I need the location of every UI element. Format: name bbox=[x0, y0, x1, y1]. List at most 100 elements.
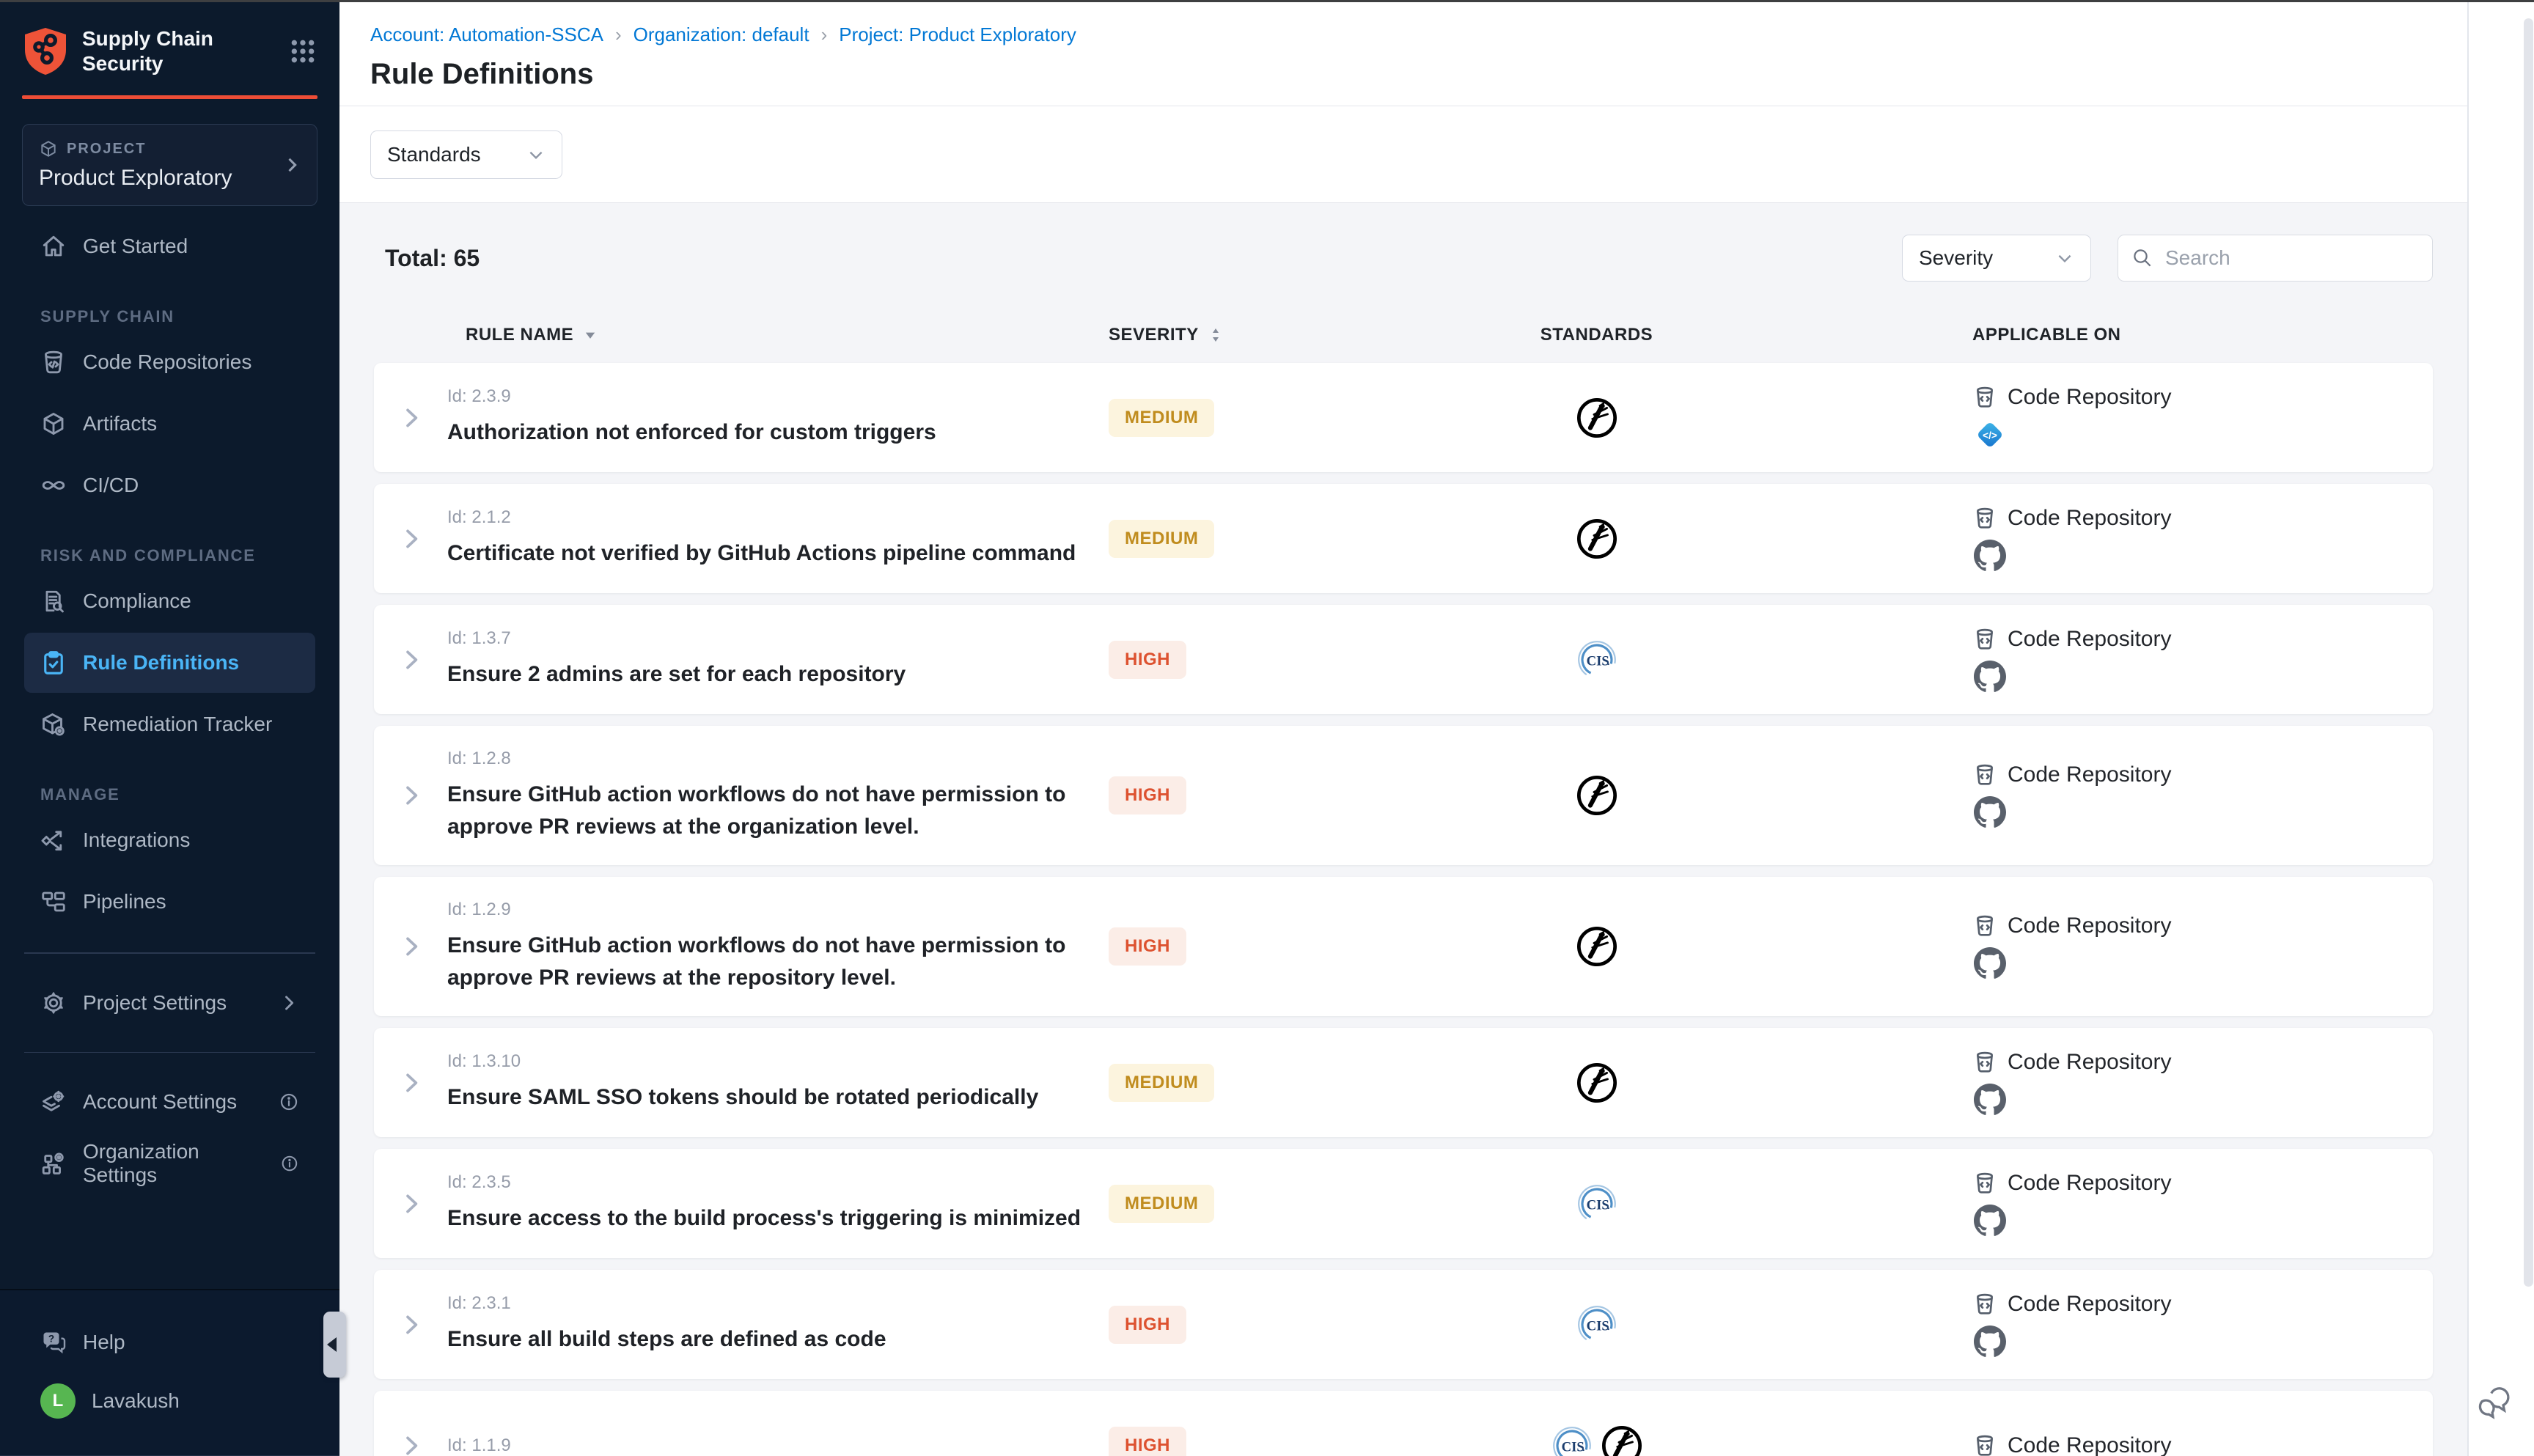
scrollbar-thumb[interactable] bbox=[2524, 18, 2533, 1287]
rule-row[interactable]: Id: 2.3.5Ensure access to the build proc… bbox=[374, 1149, 2433, 1258]
severity-badge: MEDIUM bbox=[1109, 1064, 1214, 1102]
rule-row[interactable]: Id: 1.2.8Ensure GitHub action workflows … bbox=[374, 726, 2433, 865]
user-menu[interactable]: LLavakush bbox=[24, 1372, 315, 1430]
github-icon bbox=[1974, 1326, 2006, 1358]
sidebar-item-account-settings[interactable]: Account Settings bbox=[24, 1072, 315, 1132]
applicable-on-cell: Code Repository</> bbox=[1859, 385, 2433, 451]
row-chevron-icon[interactable] bbox=[399, 1191, 424, 1216]
repo-icon bbox=[1972, 1050, 1997, 1075]
accent-divider bbox=[22, 95, 317, 99]
svg-text:CIS: CIS bbox=[1586, 653, 1609, 669]
rule-row[interactable]: Id: 1.1.9HIGHCISCode Repository bbox=[374, 1391, 2433, 1456]
standards-cell bbox=[1334, 925, 1859, 968]
pipelines-icon bbox=[40, 889, 67, 915]
column-header-rule-name[interactable]: RULE NAME bbox=[466, 325, 1100, 345]
rule-row[interactable]: Id: 1.2.9Ensure GitHub action workflows … bbox=[374, 877, 2433, 1016]
standards-filter-dropdown[interactable]: Standards bbox=[370, 130, 562, 179]
severity-badge: MEDIUM bbox=[1109, 520, 1214, 558]
breadcrumb-account-link[interactable]: Account: Automation-SSCA bbox=[370, 23, 603, 45]
repo-icon bbox=[1972, 1433, 1997, 1456]
chevron-down-icon bbox=[2055, 249, 2074, 268]
sidebar-item-label: Code Repositories bbox=[83, 350, 251, 374]
rule-name: Ensure GitHub action workflows do not ha… bbox=[447, 779, 1100, 843]
breadcrumb-separator: › bbox=[615, 23, 622, 46]
rule-name-cell: Id: 1.3.10Ensure SAML SSO tokens should … bbox=[447, 1051, 1100, 1114]
rule-row[interactable]: Id: 1.3.10Ensure SAML SSO tokens should … bbox=[374, 1028, 2433, 1137]
sidebar-nav: Get StartedSUPPLY CHAINCode Repositories… bbox=[0, 215, 339, 933]
sidebar-item-code-repositories[interactable]: Code Repositories bbox=[24, 332, 315, 392]
avatar: L bbox=[40, 1383, 76, 1419]
rule-row[interactable]: Id: 2.3.1Ensure all build steps are defi… bbox=[374, 1270, 2433, 1379]
standards-cell: CIS bbox=[1334, 639, 1859, 681]
sidebar-item-help[interactable]: ?Help bbox=[24, 1314, 315, 1371]
sort-up-down-icon bbox=[1208, 327, 1224, 343]
sidebar-item-pipelines[interactable]: Pipelines bbox=[24, 872, 315, 932]
cube-icon bbox=[40, 411, 67, 437]
sidebar-item-label: Rule Definitions bbox=[83, 651, 239, 674]
row-chevron-icon[interactable] bbox=[399, 783, 424, 808]
row-chevron-icon[interactable] bbox=[399, 1070, 424, 1095]
project-selector[interactable]: PROJECT Product Exploratory bbox=[22, 124, 317, 206]
infinity-icon bbox=[40, 472, 67, 499]
rule-name-cell: Id: 1.1.9 bbox=[447, 1435, 1100, 1456]
sidebar-item-project-settings[interactable]: Project Settings bbox=[24, 973, 315, 1033]
table-toolbar: Total: 65 Severity bbox=[374, 232, 2433, 284]
app-grid-icon[interactable] bbox=[288, 37, 317, 66]
sidebar-item-label: Pipelines bbox=[83, 890, 166, 913]
rule-row[interactable]: Id: 2.3.9Authorization not enforced for … bbox=[374, 363, 2433, 472]
sidebar-item-rule-definitions[interactable]: Rule Definitions bbox=[24, 633, 315, 693]
cis-icon: CIS bbox=[1576, 1183, 1618, 1225]
sidebar-item-label: CI/CD bbox=[83, 474, 139, 497]
row-chevron-icon[interactable] bbox=[399, 405, 424, 430]
sidebar-item-label: Integrations bbox=[83, 828, 190, 852]
column-header-severity[interactable]: SEVERITY bbox=[1109, 325, 1334, 345]
sidebar-item-compliance[interactable]: Compliance bbox=[24, 571, 315, 631]
column-header-applicable-on: APPLICABLE ON bbox=[1859, 325, 2433, 345]
severity-badge: HIGH bbox=[1109, 776, 1186, 815]
severity-badge: HIGH bbox=[1109, 1427, 1186, 1456]
svg-text:</>: </> bbox=[1983, 430, 1997, 441]
repo-icon bbox=[1972, 385, 1997, 410]
rule-name: Certificate not verified by GitHub Actio… bbox=[447, 537, 1100, 570]
sidebar-item-artifacts[interactable]: Artifacts bbox=[24, 394, 315, 454]
page-title: Rule Definitions bbox=[370, 58, 2467, 91]
breadcrumb-project-link[interactable]: Project: Product Exploratory bbox=[839, 23, 1076, 45]
page-scrollbar bbox=[2523, 0, 2534, 1456]
applicable-on-cell: Code Repository bbox=[1859, 627, 2433, 693]
cis-icon: CIS bbox=[1576, 1304, 1618, 1346]
applicable-on-label: Code Repository bbox=[2008, 1050, 2171, 1075]
repo-icon bbox=[1972, 913, 1997, 938]
owasp-icon bbox=[1576, 774, 1618, 817]
rule-name-cell: Id: 2.3.9Authorization not enforced for … bbox=[447, 386, 1100, 449]
help-icon: ? bbox=[40, 1329, 67, 1356]
sidebar-item-label: Remediation Tracker bbox=[83, 713, 272, 736]
row-chevron-icon[interactable] bbox=[399, 1433, 424, 1456]
svg-text:CIS: CIS bbox=[1561, 1439, 1584, 1455]
sidebar-item-ci-cd[interactable]: CI/CD bbox=[24, 455, 315, 515]
row-chevron-icon[interactable] bbox=[399, 1312, 424, 1337]
row-chevron-icon[interactable] bbox=[399, 647, 424, 672]
sidebar-item-organization-settings[interactable]: Organization Settings bbox=[24, 1133, 315, 1194]
severity-cell: HIGH bbox=[1100, 1427, 1334, 1456]
breadcrumb-organization-link[interactable]: Organization: default bbox=[634, 23, 809, 45]
search-input[interactable] bbox=[2165, 246, 2419, 270]
owasp-icon bbox=[1576, 518, 1618, 560]
repo-icon bbox=[1972, 506, 1997, 531]
sidebar-item-remediation-tracker[interactable]: Remediation Tracker bbox=[24, 694, 315, 754]
rule-row[interactable]: Id: 1.3.7Ensure 2 admins are set for eac… bbox=[374, 605, 2433, 714]
sidebar-item-get-started[interactable]: Get Started bbox=[24, 216, 315, 276]
sidebar-collapse-handle[interactable] bbox=[323, 1312, 346, 1378]
severity-badge: MEDIUM bbox=[1109, 399, 1214, 437]
row-chevron-icon[interactable] bbox=[399, 934, 424, 959]
rule-row[interactable]: Id: 2.1.2 Certificate not verified by Git… bbox=[374, 484, 2433, 593]
github-icon bbox=[1974, 1205, 2006, 1237]
chat-help-icon[interactable] bbox=[2476, 1384, 2514, 1422]
collapse-arrow-icon bbox=[327, 1337, 337, 1352]
severity-cell: MEDIUM bbox=[1100, 1185, 1334, 1223]
severity-cell: HIGH bbox=[1100, 927, 1334, 966]
sidebar-item-integrations[interactable]: Integrations bbox=[24, 810, 315, 870]
harness-code-icon: </> bbox=[1974, 419, 2006, 451]
row-chevron-icon[interactable] bbox=[399, 526, 424, 551]
rule-id: Id: 2.1.2 bbox=[447, 507, 1100, 528]
severity-filter-dropdown[interactable]: Severity bbox=[1902, 235, 2091, 282]
